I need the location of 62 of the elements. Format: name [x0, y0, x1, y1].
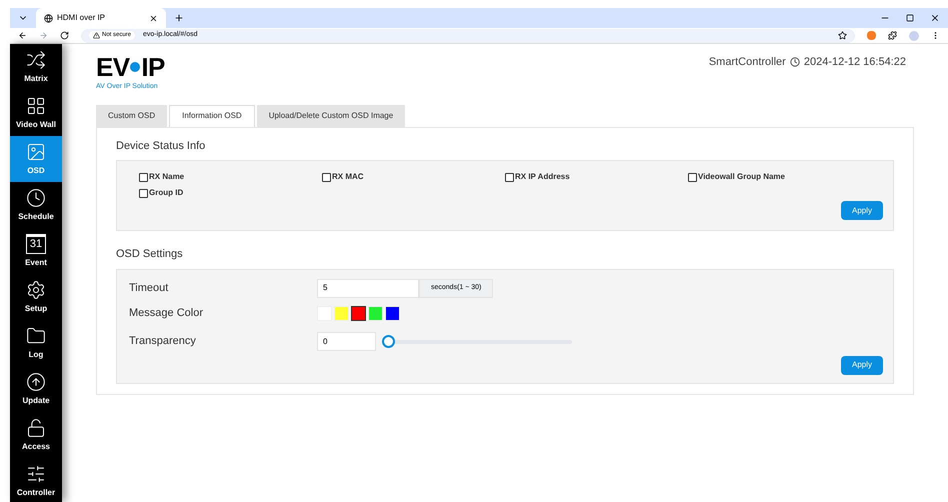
sidebar-item[interactable]: Log: [10, 320, 62, 366]
field-label: Timeout: [129, 280, 170, 296]
upload-icon: [26, 372, 46, 392]
checkbox-option[interactable]: RX IP Address: [505, 171, 688, 183]
checkbox-option[interactable]: Group ID: [139, 187, 322, 199]
sidebar-item[interactable]: OSD: [10, 136, 62, 182]
grid-icon: [26, 96, 46, 116]
checkbox-option[interactable]: Videowall Group Name: [688, 171, 871, 183]
padlock-icon: [26, 418, 46, 438]
checkbox[interactable]: [322, 172, 331, 182]
checkbox-option[interactable]: RX MAC: [322, 171, 505, 183]
sidebar-item[interactable]: Matrix: [10, 44, 62, 90]
sidebar-item[interactable]: Setup: [10, 274, 62, 320]
field-label: Transparency: [129, 334, 197, 350]
warning-icon: [93, 32, 100, 39]
sidebar-item[interactable]: Update: [10, 366, 62, 412]
checkbox[interactable]: [139, 188, 148, 198]
clock-icon: [790, 57, 800, 68]
checkbox[interactable]: [688, 172, 697, 182]
section-title: OSD Settings: [116, 247, 184, 262]
close-icon[interactable]: [149, 14, 158, 22]
folder-icon: [26, 326, 46, 346]
sliders-icon: [26, 464, 46, 484]
calendar-icon: 31: [26, 234, 46, 254]
crossing-arrows-icon: [26, 50, 46, 70]
sidebar-item[interactable]: Schedule: [10, 182, 62, 228]
clock-icon: [26, 188, 46, 208]
sidebar-item[interactable]: 31 Event: [10, 228, 62, 274]
tab[interactable]: Custom OSD: [96, 104, 168, 126]
back-icon[interactable]: [18, 31, 27, 40]
checkbox[interactable]: [505, 172, 514, 182]
date-time: 2024-12-12 16:54:22: [804, 55, 906, 70]
new-tab-icon[interactable]: [174, 13, 184, 23]
apply-button[interactable]: Apply: [840, 201, 883, 220]
settings-icon: [26, 280, 46, 300]
tab[interactable]: Upload/Delete Custom OSD Image: [256, 104, 406, 126]
bookmark-star-icon[interactable]: [838, 31, 847, 40]
transparency-field[interactable]: 0: [317, 332, 376, 351]
forward-icon[interactable]: [39, 31, 48, 40]
tab[interactable]: Information OSD: [169, 104, 255, 126]
field-label: Message Color: [129, 306, 204, 322]
sidebar-item[interactable]: Video Wall: [10, 90, 62, 136]
transparency-slider[interactable]: [382, 335, 572, 348]
controller-name: SmartController: [708, 55, 786, 70]
sidebar-item[interactable]: Access: [10, 412, 62, 458]
checkbox[interactable]: [139, 172, 148, 182]
checkbox-option[interactable]: RX Name: [139, 171, 322, 183]
slider-thumb[interactable]: [382, 335, 395, 348]
extensions-icon[interactable]: [888, 31, 897, 40]
apply-button[interactable]: Apply: [840, 356, 883, 374]
evoip-logo: EV IP: [96, 54, 165, 80]
image-icon: [26, 142, 46, 162]
sidebar-item[interactable]: Controller: [10, 458, 62, 502]
browser-tab[interactable]: HDMI over IP: [36, 8, 166, 28]
extension-icon[interactable]: [867, 31, 876, 40]
reload-icon[interactable]: [60, 31, 69, 40]
maximize-icon[interactable]: [906, 14, 914, 22]
globe-icon: [44, 14, 53, 22]
close-icon[interactable]: [930, 13, 940, 23]
section-title: Device Status Info: [116, 138, 206, 154]
tab-title: HDMI over IP: [57, 12, 106, 24]
color-swatch[interactable]: [351, 306, 366, 321]
